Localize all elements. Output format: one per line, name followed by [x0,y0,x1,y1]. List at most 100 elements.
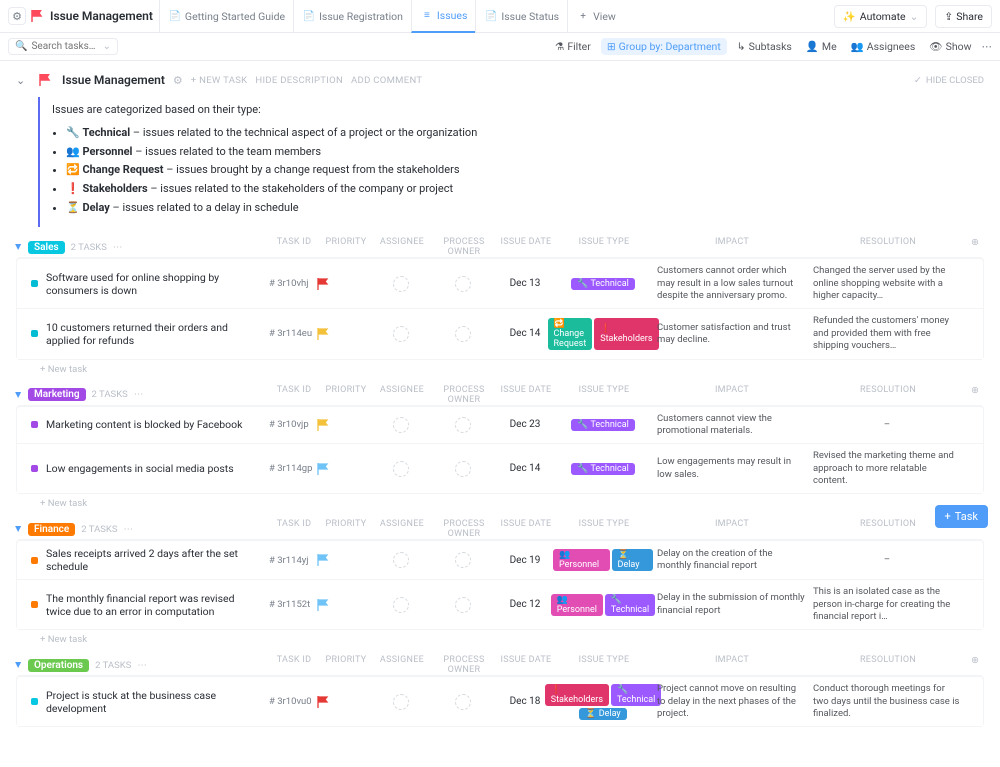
impact-cell: Customer satisfaction and trust may decl… [653,322,809,347]
group-more-icon[interactable]: ⋯ [113,242,123,253]
desc-item: ❗ Stakeholders – issues related to the s… [66,180,972,199]
group-more-icon[interactable]: ⋯ [137,660,147,671]
new-task-button[interactable]: + NEW TASK [191,75,248,86]
assignee-cell[interactable] [373,461,429,477]
avatar-placeholder [455,326,471,342]
assignee-cell[interactable] [373,694,429,710]
tab-getting-started-guide[interactable]: 📄Getting Started Guide [159,0,293,33]
automate-button[interactable]: ✨ Automate ⌄ [834,5,928,28]
avatar-placeholder [393,461,409,477]
owner-cell[interactable] [429,694,497,710]
issue-type-cell: 🔧 Technical [553,419,653,431]
priority-flag[interactable] [317,328,373,340]
settings-icon[interactable]: ⚙ [8,7,26,25]
me-button[interactable]: 👤Me [802,38,841,55]
priority-flag[interactable] [317,696,373,708]
subtask-icon: ↳ [737,40,746,53]
group-more-icon[interactable]: ⋯ [134,389,144,400]
add-column-icon[interactable]: ⊕ [966,237,984,257]
task-id: # 3r10vjp [269,419,317,430]
owner-cell[interactable] [429,326,497,342]
owner-cell[interactable] [429,552,497,568]
desc-item: 🔁 Change Request – issues brought by a c… [66,161,972,180]
new-task-inline[interactable]: + New task [16,630,984,649]
share-label: Share [956,10,983,23]
priority-flag[interactable] [317,554,373,566]
people-icon: 👥 [851,40,864,53]
type-tag: 🔁 Change Request [548,318,593,350]
issue-type-cell: 🔧 Technical [553,278,653,290]
create-task-fab[interactable]: + Task [935,505,988,528]
owner-cell[interactable] [429,461,497,477]
filter-button[interactable]: ⚗Filter [551,38,595,55]
col-impact: IMPACT [654,237,810,257]
show-button[interactable]: 👁Show [925,38,975,55]
hide-desc-button[interactable]: HIDE DESCRIPTION [255,75,343,86]
priority-flag[interactable] [317,463,373,475]
add-comment-button[interactable]: ADD COMMENT [351,75,422,86]
task-row[interactable]: Low engagements in social media posts # … [17,443,983,493]
avatar-placeholder [455,417,471,433]
more-icon[interactable]: ⋯ [982,40,993,53]
task-row[interactable]: Software used for online shopping by con… [17,258,983,308]
new-task-inline[interactable]: + New task [16,494,984,513]
assignee-cell[interactable] [373,276,429,292]
task-row[interactable]: 10 customers returned their orders and a… [17,308,983,358]
issue-type-cell: 🔁 Change Request ❗ Stakeholders [553,318,653,350]
group-chip-finance[interactable]: Finance [28,523,75,536]
tab-icon: 📄 [168,9,182,23]
assignees-button[interactable]: 👥Assignees [847,38,920,55]
hide-closed-button[interactable]: ✓ HIDE CLOSED [914,75,984,86]
task-row[interactable]: The monthly financial report was revised… [17,579,983,629]
assignee-cell[interactable] [373,417,429,433]
group-chevron[interactable]: ▸ [12,526,26,532]
search-input-wrapper[interactable]: 🔍 ⌄ [8,38,118,55]
description-box: Issues are categorized based on their ty… [38,97,984,227]
group-more-icon[interactable]: ⋯ [124,524,134,535]
tab-issue-status[interactable]: 📄Issue Status [475,0,567,33]
task-row[interactable]: Sales receipts arrived 2 days after the … [17,540,983,579]
col-priority: PRIORITY [318,385,374,405]
tab-issues[interactable]: ≡Issues [411,0,475,33]
priority-flag[interactable] [317,278,373,290]
assignee-cell[interactable] [373,326,429,342]
chevron-down-icon[interactable]: ⌄ [103,41,111,52]
tab-label: Getting Started Guide [185,10,285,23]
col-taskid: TASK ID [270,385,318,405]
group-chip-operations[interactable]: Operations [28,659,89,672]
filter-icon: ⚗ [555,40,564,53]
group-chip-marketing[interactable]: Marketing [28,388,86,401]
resolution-cell: This is an isolated case as the person i… [809,586,965,623]
person-icon: 👤 [806,40,819,53]
owner-cell[interactable] [429,597,497,613]
owner-cell[interactable] [429,417,497,433]
group-chevron[interactable]: ▸ [12,244,26,250]
col-resolution: RESOLUTION [810,655,966,675]
type-tag: 👥 Personnel [553,549,610,571]
group-chip-sales[interactable]: Sales [28,241,65,254]
section-settings-icon[interactable]: ⚙ [173,74,183,87]
groupby-button[interactable]: ⊞Group by: Department [601,38,727,55]
subtasks-button[interactable]: ↳Subtasks [733,38,796,55]
task-row[interactable]: Marketing content is blocked by Facebook… [17,406,983,444]
tab-view[interactable]: +View [567,0,624,33]
tab-issue-registration[interactable]: 📄Issue Registration [293,0,411,33]
priority-flag[interactable] [317,419,373,431]
group-chevron[interactable]: ▸ [12,391,26,397]
assignee-cell[interactable] [373,597,429,613]
task-row[interactable]: Project is stuck at the business case de… [17,676,983,726]
issue-type-cell: 👥 Personnel ⏳ Delay [553,549,653,571]
share-button[interactable]: ⇪ Share [935,5,992,28]
assignee-cell[interactable] [373,552,429,568]
col-impact: IMPACT [654,655,810,675]
add-column-icon[interactable]: ⊕ [966,655,984,675]
add-column-icon[interactable]: ⊕ [966,385,984,405]
priority-flag[interactable] [317,599,373,611]
col-type: ISSUE TYPE [554,519,654,539]
issue-type-cell: 🔧 Technical [553,463,653,475]
group-chevron[interactable]: ▸ [12,662,26,668]
collapse-chevron[interactable]: ⌄ [16,74,28,87]
search-input[interactable] [31,41,98,52]
owner-cell[interactable] [429,276,497,292]
new-task-inline[interactable]: + New task [16,360,984,379]
